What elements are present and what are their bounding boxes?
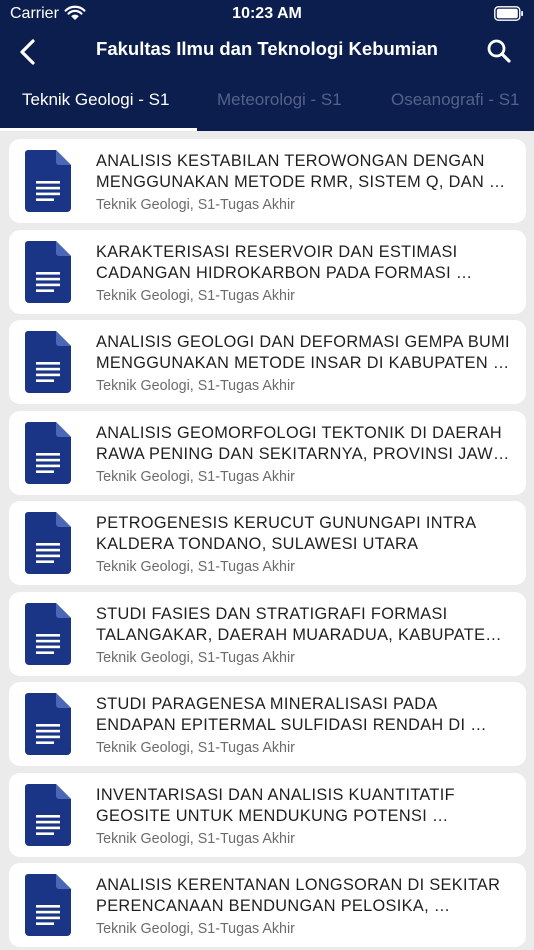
- item-title-line2: MENGGUNAKAN METODE INSAR DI KABUPATEN …: [96, 354, 510, 372]
- item-title-line1: STUDI PARAGENESA MINERALISASI PADA: [96, 695, 438, 713]
- search-icon[interactable]: [486, 38, 512, 64]
- document-icon: [25, 602, 71, 665]
- tab-oseanografi[interactable]: Oseanografi - S1: [391, 80, 520, 128]
- document-icon: [25, 783, 71, 846]
- item-title-line2: CADANGAN HIDROKARBON PADA FORMASI …: [96, 263, 473, 282]
- item-subtitle: Teknik Geologi, S1-Tugas Akhir: [96, 287, 295, 304]
- item-title: STUDI PARAGENESA MINERALISASI PADA ENDAP…: [96, 694, 510, 736]
- item-subtitle: Teknik Geologi, S1-Tugas Akhir: [96, 649, 295, 666]
- item-title: ANALISIS GEOMORFOLOGI TEKTONIK DI DAERAH…: [96, 423, 510, 465]
- item-title-line1: KARAKTERISASI RESERVOIR DAN ESTIMASI: [96, 242, 458, 261]
- item-subtitle: Teknik Geologi, S1-Tugas Akhir: [96, 740, 295, 756]
- list-item[interactable]: PETROGENESIS KERUCUT GUNUNGAPI INTRA KAL…: [9, 501, 526, 585]
- item-title-line1: INVENTARISASI DAN ANALISIS KUANTITATIF: [96, 785, 455, 804]
- item-title-line2: GEOSITE UNTUK MENDUKUNG POTENSI …: [96, 806, 449, 825]
- faculty-tabs: Teknik Geologi - S1 Meteorologi - S1 Ose…: [0, 80, 534, 131]
- list-item[interactable]: ANALISIS KERENTANAN LONGSORAN DI SEKITAR…: [9, 863, 526, 947]
- list-item[interactable]: STUDI FASIES DAN STRATIGRAFI FORMASI TAL…: [9, 591, 526, 676]
- item-subtitle: Teknik Geologi, S1-Tugas Akhir: [96, 468, 295, 485]
- page-title: Fakultas Ilmu dan Teknologi Kebumian: [96, 38, 438, 59]
- status-bar: Carrier 10:23 AM: [0, 0, 534, 30]
- item-title-line2: MENGGUNAKAN METODE RMR, SISTEM Q, DAN …: [96, 173, 506, 191]
- list-item[interactable]: ANALISIS GEOMORFOLOGI TEKTONIK DI DAERAH…: [9, 410, 526, 495]
- item-title-line2: KALDERA TONDANO, SULAWESI UTARA: [96, 535, 419, 553]
- item-title: PETROGENESIS KERUCUT GUNUNGAPI INTRA KAL…: [96, 513, 510, 555]
- item-title: STUDI FASIES DAN STRATIGRAFI FORMASI TAL…: [96, 604, 510, 646]
- item-title-line2: ENDAPAN EPITERMAL SULFIDASI RENDAH DI …: [96, 716, 487, 734]
- tab-meteorologi[interactable]: Meteorologi - S1: [217, 80, 342, 128]
- item-subtitle: Teknik Geologi, S1-Tugas Akhir: [96, 378, 295, 394]
- battery-icon: [494, 6, 523, 21]
- list-item[interactable]: KARAKTERISASI RESERVOIR DAN ESTIMASI CAD…: [9, 229, 526, 314]
- item-title: ANALISIS KESTABILAN TEROWONGAN DENGAN ME…: [96, 151, 510, 193]
- item-subtitle: Teknik Geologi, S1-Tugas Akhir: [96, 197, 295, 213]
- document-icon: [25, 331, 71, 393]
- list-item[interactable]: INVENTARISASI DAN ANALISIS KUANTITATIF G…: [9, 772, 526, 857]
- item-title-line2: TALANGAKAR, DAERAH MUARADUA, KABUPATE…: [96, 625, 502, 644]
- item-title: ANALISIS GEOLOGI DAN DEFORMASI GEMPA BUM…: [96, 332, 510, 374]
- nav-bar: Fakultas Ilmu dan Teknologi Kebumian: [0, 30, 534, 74]
- item-subtitle: Teknik Geologi, S1-Tugas Akhir: [96, 921, 295, 937]
- tab-teknik-geologi[interactable]: Teknik Geologi - S1: [22, 80, 169, 128]
- item-title: KARAKTERISASI RESERVOIR DAN ESTIMASI CAD…: [96, 242, 510, 284]
- item-title-line1: ANALISIS GEOLOGI DAN DEFORMASI GEMPA BUM…: [96, 333, 510, 351]
- item-title-line1: ANALISIS KERENTANAN LONGSORAN DI SEKITAR: [96, 876, 501, 894]
- list-item[interactable]: ANALISIS GEOLOGI DAN DEFORMASI GEMPA BUM…: [9, 320, 526, 404]
- item-title: INVENTARISASI DAN ANALISIS KUANTITATIF G…: [96, 785, 510, 827]
- item-title-line1: PETROGENESIS KERUCUT GUNUNGAPI INTRA: [96, 514, 477, 532]
- document-icon: [25, 421, 71, 484]
- item-title-line1: ANALISIS GEOMORFOLOGI TEKTONIK DI DAERAH: [96, 423, 503, 442]
- item-title-line1: STUDI FASIES DAN STRATIGRAFI FORMASI: [96, 604, 448, 623]
- item-title: ANALISIS KERENTANAN LONGSORAN DI SEKITAR…: [96, 875, 510, 917]
- document-icon: [25, 693, 71, 755]
- active-tab-indicator: [0, 128, 197, 131]
- item-title-line2: PERENCANAAN BENDUNGAN PELOSIKA, …: [96, 897, 451, 915]
- document-icon: [25, 874, 71, 936]
- app-header: Carrier 10:23 AM Fakultas Ilmu dan Tekno…: [0, 0, 534, 131]
- document-icon: [25, 150, 71, 212]
- document-icon: [25, 512, 71, 574]
- item-title-line2: RAWA PENING DAN SEKITARNYA, PROVINSI JAW…: [96, 444, 510, 463]
- status-time: 10:23 AM: [232, 5, 302, 22]
- item-subtitle: Teknik Geologi, S1-Tugas Akhir: [96, 830, 295, 847]
- back-arrow-icon[interactable]: [16, 38, 42, 66]
- document-icon: [25, 240, 71, 303]
- list-item[interactable]: ANALISIS KESTABILAN TEROWONGAN DENGAN ME…: [9, 139, 526, 223]
- list-item[interactable]: STUDI PARAGENESA MINERALISASI PADA ENDAP…: [9, 682, 526, 766]
- item-subtitle: Teknik Geologi, S1-Tugas Akhir: [96, 559, 295, 575]
- item-title-line1: ANALISIS KESTABILAN TEROWONGAN DENGAN: [96, 152, 485, 170]
